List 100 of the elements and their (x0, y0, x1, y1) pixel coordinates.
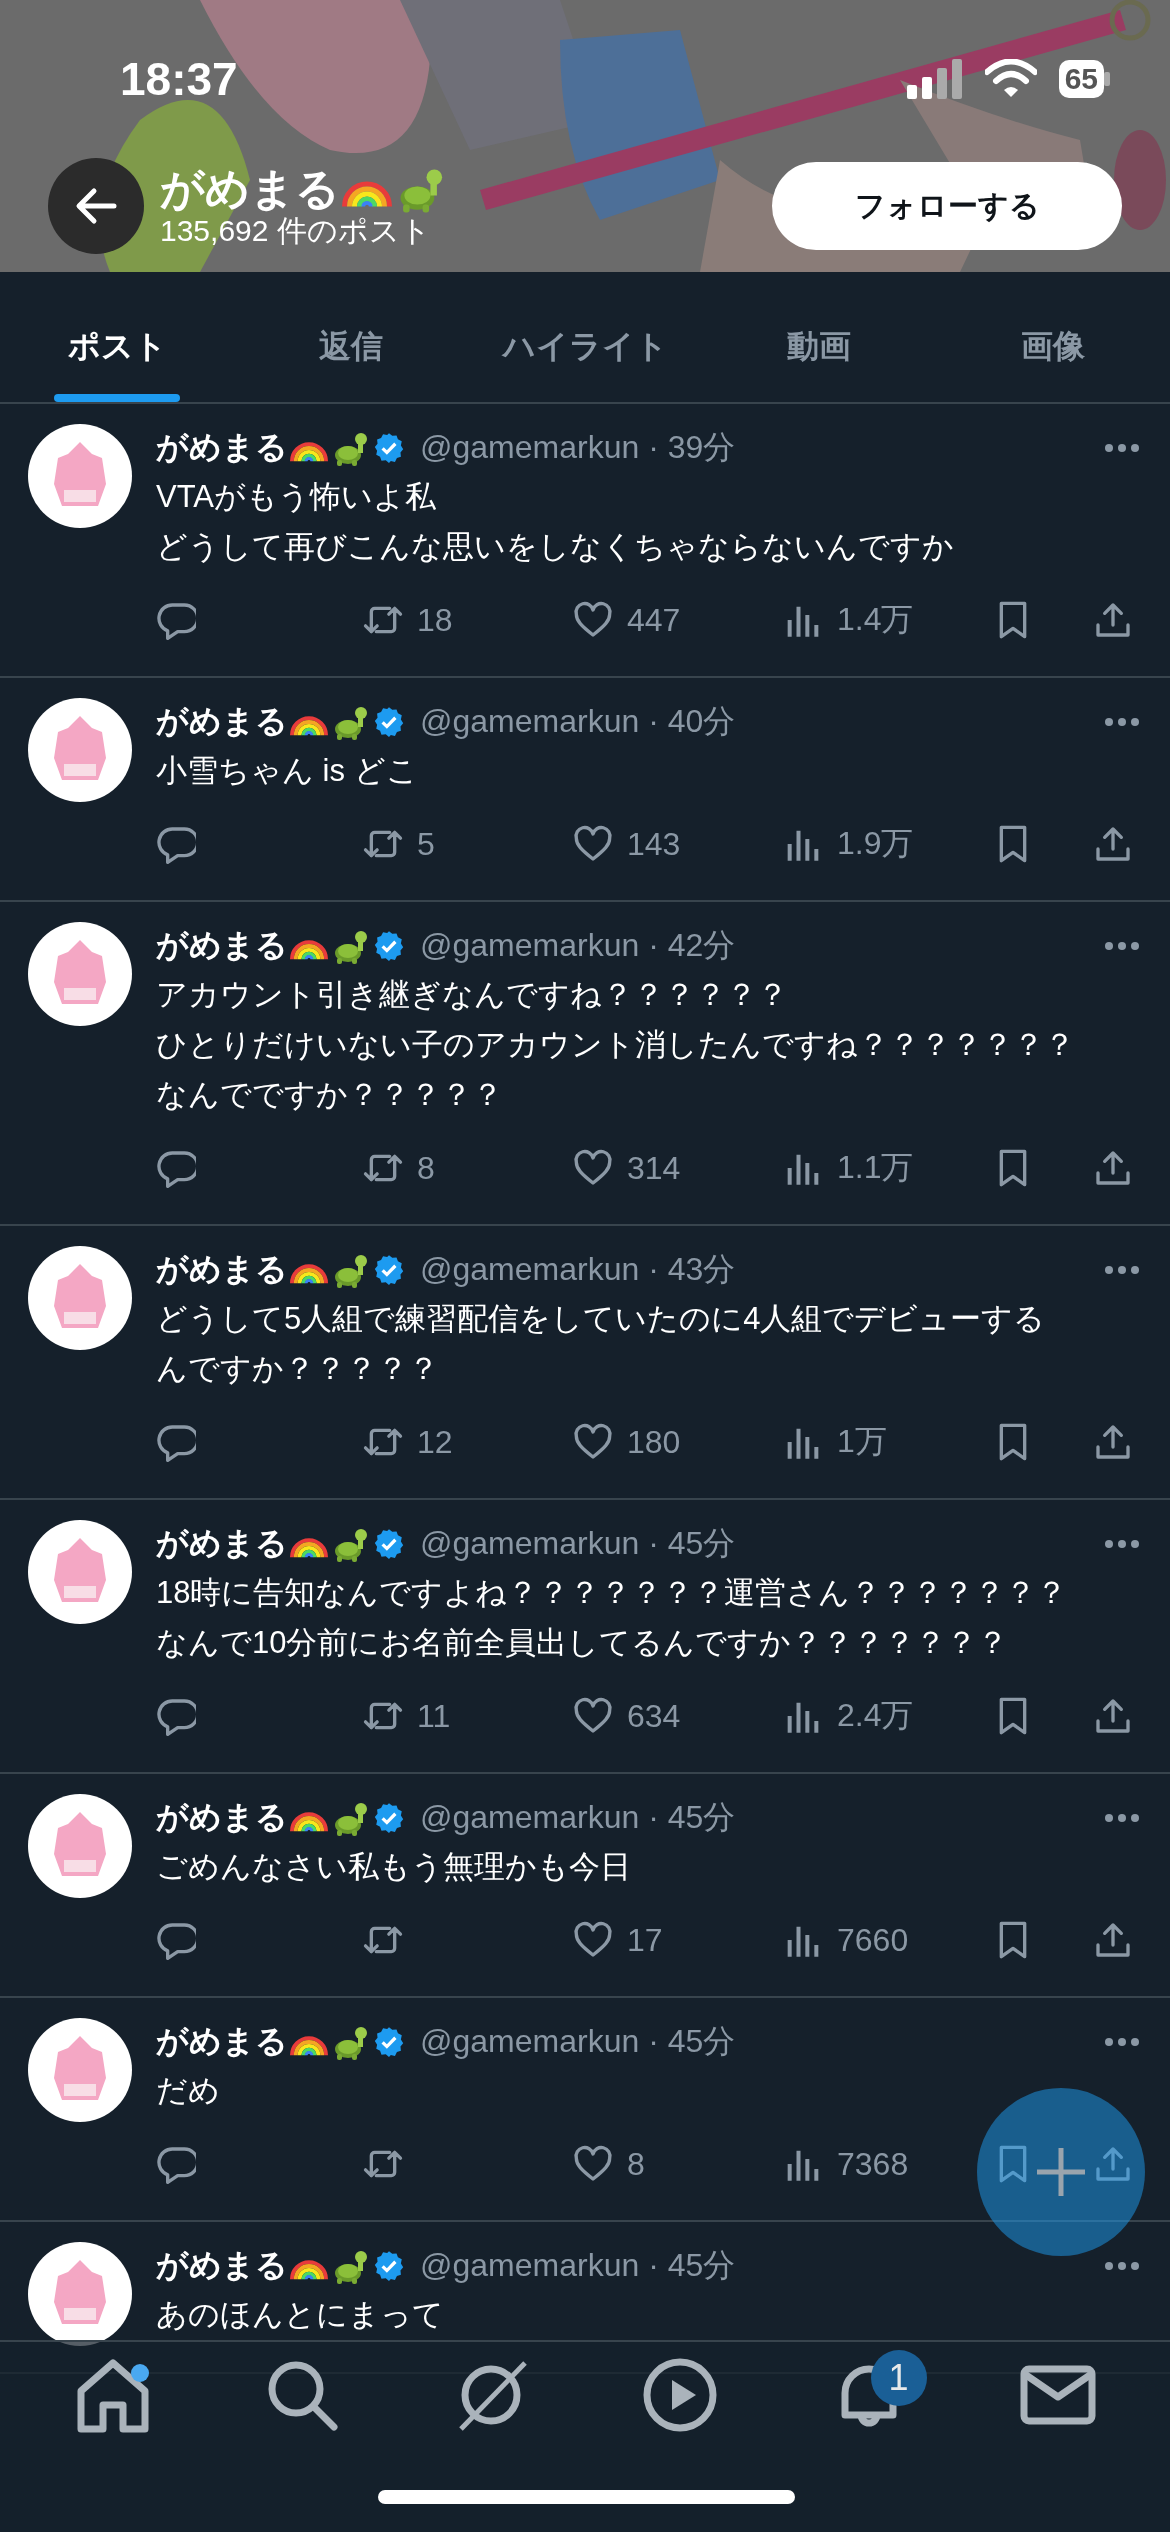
reply-icon (156, 824, 196, 864)
post-text: なんで10分前にお名前全員出してるんですか？？？？？？？ (156, 1624, 1009, 1662)
like-button[interactable]: 447 (573, 600, 681, 640)
more-icon (1104, 717, 1140, 727)
views-button[interactable]: 7368 (783, 2144, 909, 2184)
heart-icon (573, 1422, 613, 1462)
reply-button[interactable] (156, 1920, 196, 1960)
verified-icon (372, 705, 406, 739)
verified-icon (372, 2025, 406, 2059)
verified-icon (372, 2249, 406, 2283)
share-button[interactable] (1093, 824, 1133, 864)
handle-time: @gamemarkun · 40分 (420, 702, 737, 741)
heart-icon (573, 1696, 613, 1736)
share-button[interactable] (1093, 1422, 1133, 1462)
views-button[interactable]: 1.4万 (783, 598, 914, 642)
share-button[interactable] (1093, 1148, 1133, 1188)
tab[interactable]: ハイライト (468, 272, 702, 402)
avatar[interactable] (28, 922, 132, 1026)
more-icon (1104, 2261, 1140, 2271)
like-button[interactable]: 634 (573, 1696, 681, 1736)
tab[interactable]: ポスト (0, 272, 234, 402)
reply-button[interactable] (156, 1696, 196, 1736)
more-icon (1104, 1265, 1140, 1275)
post-text: どうして再びこんな思いをしなくちゃならないんですか (156, 528, 954, 566)
views-button[interactable]: 1.1万 (783, 1146, 914, 1190)
author-name: がめまる (156, 702, 288, 741)
reply-button[interactable] (156, 600, 196, 640)
like-button[interactable]: 314 (573, 1148, 681, 1188)
post-text: だめ (156, 2072, 220, 2110)
handle-time: @gamemarkun · 42分 (420, 926, 737, 965)
share-icon (1093, 824, 1133, 864)
signal-icon (906, 59, 963, 99)
post-text: 18時に告知なんですよね？？？？？？？運営さん？？？？？？？ (156, 1574, 1068, 1612)
like-button[interactable]: 17 (573, 1920, 663, 1960)
post-text: アカウント引き継ぎなんですね？？？？？？ (156, 976, 788, 1014)
handle-time: @gamemarkun · 39分 (420, 428, 737, 467)
avatar[interactable] (28, 424, 132, 528)
views-button[interactable]: 1.9万 (783, 822, 914, 866)
avatar[interactable] (28, 1794, 132, 1898)
reply-button[interactable] (156, 2144, 196, 2184)
back-arrow-icon (74, 186, 118, 226)
author-name: がめまる (156, 2246, 288, 2285)
more-icon (1104, 2037, 1140, 2047)
post-count: 135,692 件のポスト (160, 214, 432, 248)
heart-icon (573, 824, 613, 864)
retweet-button[interactable]: 5 (363, 824, 435, 864)
reply-button[interactable] (156, 1148, 196, 1188)
reply-button[interactable] (156, 1422, 196, 1462)
new-posts-dot (130, 2364, 149, 2382)
reply-button[interactable] (156, 824, 196, 864)
avatar[interactable] (28, 698, 132, 802)
avatar[interactable] (28, 1246, 132, 1350)
share-button[interactable] (1093, 600, 1133, 640)
tab[interactable]: 画像 (936, 272, 1170, 402)
like-button[interactable]: 8 (573, 2144, 645, 2184)
reply-icon (156, 600, 196, 640)
share-button[interactable] (1093, 1696, 1133, 1736)
avatar[interactable] (28, 2018, 132, 2122)
reply-icon (156, 2144, 196, 2184)
more-icon (1104, 1813, 1140, 1823)
tab[interactable]: 動画 (702, 272, 936, 402)
post-text: ひとりだけいない子のアカウント消したんですね？？？？？？？ (156, 1026, 1075, 1064)
notifications-tab[interactable]: 1 (808, 2350, 929, 2440)
handle-time: @gamemarkun · 45分 (420, 2022, 737, 2061)
views-button[interactable]: 1万 (783, 1420, 887, 1464)
reply-icon (156, 1148, 196, 1188)
more-icon (1104, 1539, 1140, 1549)
retweet-button[interactable]: 12 (363, 1422, 453, 1462)
post-text: なんでですか？？？？？ (156, 1076, 503, 1114)
avatar[interactable] (28, 1520, 132, 1624)
retweet-button[interactable]: 8 (363, 1148, 435, 1188)
reply-icon (156, 1920, 196, 1960)
views-button[interactable]: 7660 (783, 1920, 909, 1960)
share-icon (1093, 1422, 1133, 1462)
verified-icon (372, 1527, 406, 1561)
share-button[interactable] (1093, 1920, 1133, 1960)
views-button[interactable]: 2.4万 (783, 1694, 914, 1738)
like-button[interactable]: 143 (573, 824, 681, 864)
profile-name: がめまる (160, 164, 340, 214)
heart-icon (573, 2144, 613, 2184)
heart-icon (573, 600, 613, 640)
author-name: がめまる (156, 2022, 288, 2061)
tab[interactable]: 返信 (234, 272, 468, 402)
reply-icon (156, 1422, 196, 1462)
author-name: がめまる (156, 1524, 288, 1563)
verified-icon (372, 1253, 406, 1287)
retweet-button[interactable]: 18 (363, 600, 453, 640)
handle-time: @gamemarkun · 45分 (420, 2246, 737, 2285)
like-button[interactable]: 180 (573, 1422, 681, 1462)
follow-button[interactable]: フォローする (772, 162, 1122, 250)
retweet-button[interactable]: 11 (363, 1696, 451, 1736)
wifi-icon (984, 59, 1037, 99)
verified-icon (372, 431, 406, 465)
notification-badge: 1 (870, 2350, 927, 2406)
author-name: がめまる (156, 926, 288, 965)
status-time: 18:37 (120, 52, 238, 106)
battery-tip-icon (1104, 72, 1110, 86)
heart-icon (573, 1920, 613, 1960)
reply-icon (156, 1696, 196, 1736)
verified-icon (372, 1801, 406, 1835)
